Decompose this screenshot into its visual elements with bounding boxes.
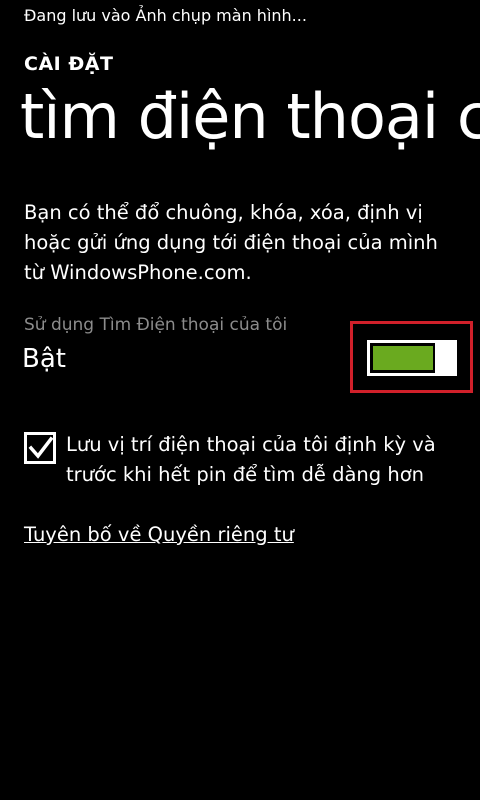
save-location-label: Lưu vị trí điện thoại của tôi định kỳ và… [66, 433, 436, 486]
find-my-phone-toggle[interactable] [367, 340, 457, 376]
toggle-caption: Sử dụng Tìm Điện thoại của tôi [24, 315, 288, 335]
description-text: Bạn có thể đổ chuông, khóa, xóa, định vị… [24, 201, 438, 284]
save-location-option[interactable]: Lưu vị trí điện thoại của tôi định kỳ và… [24, 430, 464, 490]
checkmark-icon [28, 436, 54, 459]
toggle-track [367, 340, 439, 376]
app-title: CÀI ĐẶT [24, 53, 114, 75]
save-location-checkbox[interactable] [24, 432, 56, 464]
privacy-statement-link[interactable]: Tuyên bố về Quyền riêng tư [24, 523, 294, 546]
toggle-fill [373, 346, 433, 370]
toggle-state-label: Bật [22, 344, 66, 374]
page-title: tìm điện thoại c [20, 80, 480, 153]
status-message: Đang lưu vào Ảnh chụp màn hình... [24, 6, 307, 25]
toggle-thumb[interactable] [435, 340, 457, 376]
